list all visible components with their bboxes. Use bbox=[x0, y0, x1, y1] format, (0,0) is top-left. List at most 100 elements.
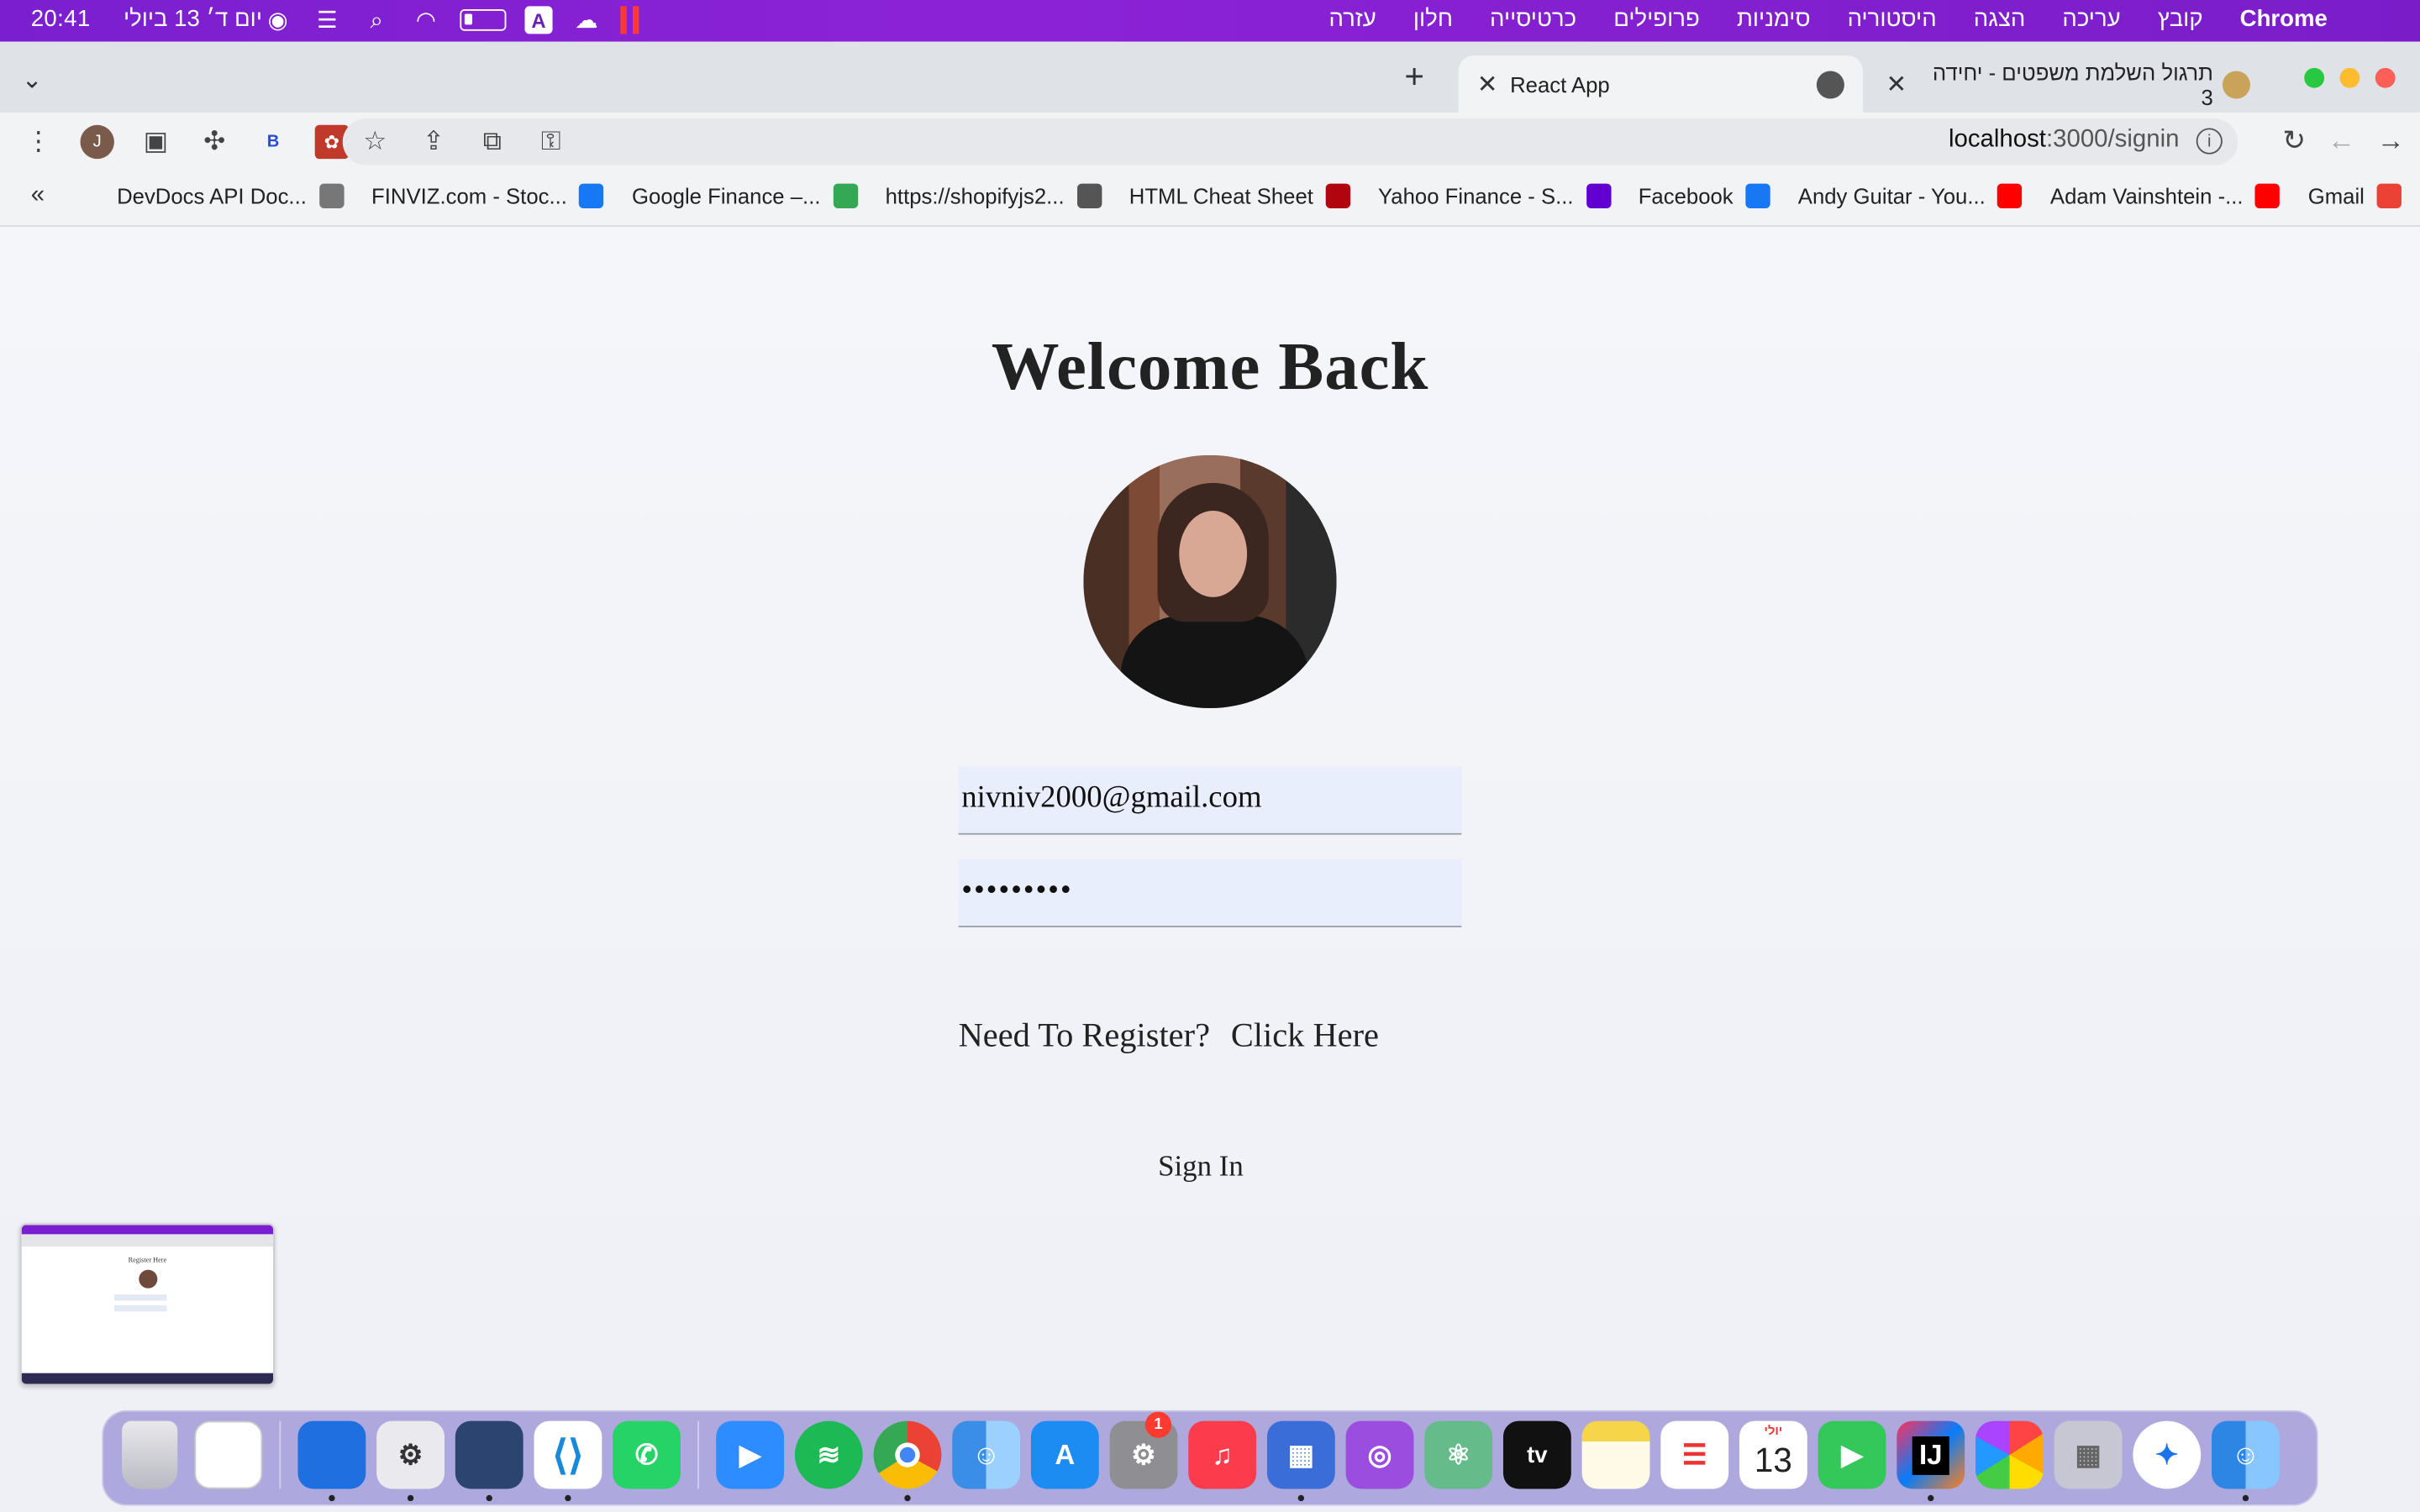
preview-window-icon[interactable] bbox=[194, 1420, 263, 1489]
google-finance-icon bbox=[833, 183, 858, 208]
calendar-icon[interactable]: יולי 13 bbox=[1739, 1420, 1807, 1489]
spotlight-search-icon[interactable]: ⌕ bbox=[361, 6, 392, 34]
tab-react-app[interactable]: ✕ React App bbox=[1458, 55, 1863, 113]
chrome-menu-icon[interactable]: ⋮ bbox=[22, 125, 55, 159]
close-tab-icon[interactable]: ✕ bbox=[1886, 69, 1907, 100]
menu-edit[interactable]: עריכה bbox=[2062, 6, 2120, 32]
close-tab-icon[interactable]: ✕ bbox=[1477, 69, 1498, 100]
menu-app-chrome[interactable]: Chrome bbox=[2240, 6, 2328, 32]
side-panel-icon[interactable]: ▣ bbox=[139, 125, 172, 159]
bookmark-item[interactable]: Yahoo Finance - S... bbox=[1378, 183, 1611, 208]
bookmark-item[interactable]: https://shopifyjs2... bbox=[886, 183, 1102, 208]
address-bar[interactable]: ☆ ⇪ ⧉ ⚿ localhost:3000/signin i bbox=[342, 118, 2238, 165]
email-field[interactable]: nivniv2000@gmail.com bbox=[958, 766, 1462, 835]
music-icon[interactable]: ♫ bbox=[1188, 1420, 1257, 1489]
tab-search-chevron-icon[interactable]: ⌄ bbox=[22, 65, 43, 96]
menubar-date[interactable]: יום ד׳ 13 ביולי bbox=[124, 6, 262, 32]
notes-icon[interactable] bbox=[1581, 1420, 1650, 1489]
siri-icon[interactable]: ◉ bbox=[262, 6, 293, 34]
tab-hebrew-exercise[interactable]: ✕ תרגול השלמת משפטים - יחידה 3 bbox=[1867, 55, 2269, 113]
running-indicator bbox=[1297, 1494, 1305, 1502]
menu-history[interactable]: היסטוריה bbox=[1848, 6, 1937, 32]
intellij-icon[interactable]: IJ bbox=[1897, 1420, 1965, 1502]
macos-menubar: 20:41 יום ד׳ 13 ביולי ◉ ☰ ⌕ ◠ A ☁ Chrome… bbox=[0, 0, 2420, 42]
thumbnail-avatar bbox=[138, 1269, 157, 1289]
close-window-button[interactable] bbox=[2375, 67, 2396, 88]
search-icon bbox=[318, 183, 344, 208]
system-information-icon[interactable]: ⚙ bbox=[376, 1420, 445, 1502]
url-text[interactable]: localhost:3000/signin bbox=[1949, 127, 2180, 155]
register-link[interactable]: Click Here bbox=[1231, 1016, 1379, 1054]
profile-photo bbox=[1083, 454, 1337, 709]
password-field[interactable]: ••••••••• bbox=[958, 859, 1462, 927]
photo-shoulders bbox=[1120, 615, 1309, 709]
windows-app-icon[interactable] bbox=[297, 1420, 366, 1502]
app-store-icon[interactable]: A bbox=[1030, 1420, 1099, 1489]
menu-view[interactable]: הצגה bbox=[1974, 6, 2026, 32]
bookmark-label: Adam Vainshtein -... bbox=[2049, 183, 2244, 208]
facetime-icon[interactable]: ▶ bbox=[1818, 1420, 1886, 1489]
finder-folder-icon[interactable]: ☺ bbox=[2212, 1420, 2280, 1502]
spotify-icon[interactable]: ≋ bbox=[794, 1420, 863, 1489]
share-icon[interactable]: ⇪ bbox=[417, 125, 450, 159]
menu-tab[interactable]: כרטיסייה bbox=[1490, 6, 1576, 32]
whatsapp-icon[interactable]: ✆ bbox=[613, 1420, 681, 1489]
minimized-window-thumbnail[interactable]: Register Here bbox=[19, 1223, 275, 1386]
zoom-icon[interactable]: ▶ bbox=[716, 1420, 785, 1489]
wifi-icon[interactable]: ◠ bbox=[411, 6, 442, 34]
menu-help[interactable]: עזרה bbox=[1329, 6, 1376, 32]
minimize-window-button[interactable] bbox=[2339, 67, 2360, 88]
menubar-clock[interactable]: 20:41 bbox=[31, 6, 91, 32]
apple-tv-icon[interactable]: tv bbox=[1502, 1420, 1571, 1489]
battery-icon[interactable] bbox=[460, 9, 507, 31]
menu-bookmarks[interactable]: סימניות bbox=[1737, 6, 1811, 32]
browser-toolbar: ⋮ J ▣ ✣ B ✿ ☆ ⇪ ⧉ ⚿ localhost:3000/signi… bbox=[0, 113, 2420, 171]
vscode-icon[interactable]: ⟨⟩ bbox=[534, 1420, 602, 1502]
photos-icon[interactable] bbox=[1975, 1420, 2044, 1489]
chrome-icon[interactable] bbox=[873, 1420, 942, 1502]
reload-icon[interactable]: ↻ bbox=[2282, 125, 2306, 158]
zoom-window-button[interactable] bbox=[2304, 67, 2325, 88]
bookmark-item[interactable]: HTML Cheat Sheet bbox=[1129, 183, 1350, 208]
finder-icon[interactable]: ☺ bbox=[952, 1420, 1021, 1489]
translate-icon[interactable]: ⧉ bbox=[476, 125, 509, 159]
desktop-screen-icon[interactable]: ▦ bbox=[1266, 1420, 1335, 1502]
extensions-icon[interactable]: ✣ bbox=[197, 125, 231, 159]
podcasts-icon[interactable]: ◎ bbox=[1345, 1420, 1414, 1489]
new-tab-button[interactable]: + bbox=[1404, 57, 1424, 97]
system-settings-icon[interactable]: ⚙ 1 bbox=[1109, 1411, 1178, 1489]
back-icon[interactable]: ← bbox=[2328, 125, 2355, 158]
bitwarden-extension-icon[interactable]: B bbox=[256, 125, 290, 159]
menu-window[interactable]: חלון bbox=[1413, 6, 1453, 32]
atom-icon[interactable]: ⚛ bbox=[1424, 1420, 1493, 1489]
thumbnail-field bbox=[113, 1294, 167, 1301]
bookmark-item[interactable]: DevDocs API Doc... bbox=[117, 183, 344, 208]
menu-file[interactable]: קובץ bbox=[2158, 6, 2203, 32]
cloud-icon[interactable]: ☁ bbox=[571, 6, 602, 34]
thumbnail-menubar bbox=[21, 1225, 274, 1235]
signin-button[interactable]: Sign In bbox=[0, 1151, 2402, 1184]
dock-apps: ⚙ ⟨⟩ ✆ ▶ ≋ ☺ A ⚙ 1 ♫ ▦ ◎ ⚛ tv ☰ יולי 13 ▶… bbox=[116, 1411, 2280, 1502]
site-info-icon[interactable]: i bbox=[2196, 128, 2223, 155]
bookmark-item[interactable]: Andy Guitar - You... bbox=[1798, 183, 2023, 208]
bookmark-item[interactable]: Google Finance –... bbox=[632, 183, 858, 208]
profile-avatar[interactable]: J bbox=[80, 124, 114, 160]
launchpad-icon[interactable]: ▦ bbox=[2054, 1420, 2123, 1489]
bookmark-item[interactable]: FINVIZ.com - Stoc... bbox=[371, 183, 604, 208]
menu-profiles[interactable]: פרופילים bbox=[1613, 6, 1700, 32]
bookmark-label: Yahoo Finance - S... bbox=[1378, 183, 1574, 208]
bookmark-star-icon[interactable]: ☆ bbox=[358, 125, 392, 159]
reminders-icon[interactable]: ☰ bbox=[1660, 1420, 1729, 1489]
input-source-icon[interactable]: A bbox=[524, 6, 553, 34]
bookmark-item[interactable]: Adam Vainshtein -... bbox=[2049, 183, 2281, 208]
more-bookmarks-icon[interactable]: « bbox=[31, 182, 45, 210]
recording-icon[interactable] bbox=[620, 6, 639, 34]
safari-icon[interactable]: ✦ bbox=[2133, 1420, 2202, 1489]
bookmark-item[interactable]: Gmail bbox=[2308, 183, 2402, 208]
forward-icon[interactable]: → bbox=[2377, 125, 2405, 158]
password-key-icon[interactable]: ⚿ bbox=[534, 125, 568, 159]
control-center-icon[interactable]: ☰ bbox=[312, 6, 343, 34]
trash-icon[interactable] bbox=[122, 1420, 178, 1489]
xcode-instruments-icon[interactable] bbox=[455, 1420, 523, 1502]
bookmark-item[interactable]: Facebook bbox=[1639, 183, 1770, 208]
